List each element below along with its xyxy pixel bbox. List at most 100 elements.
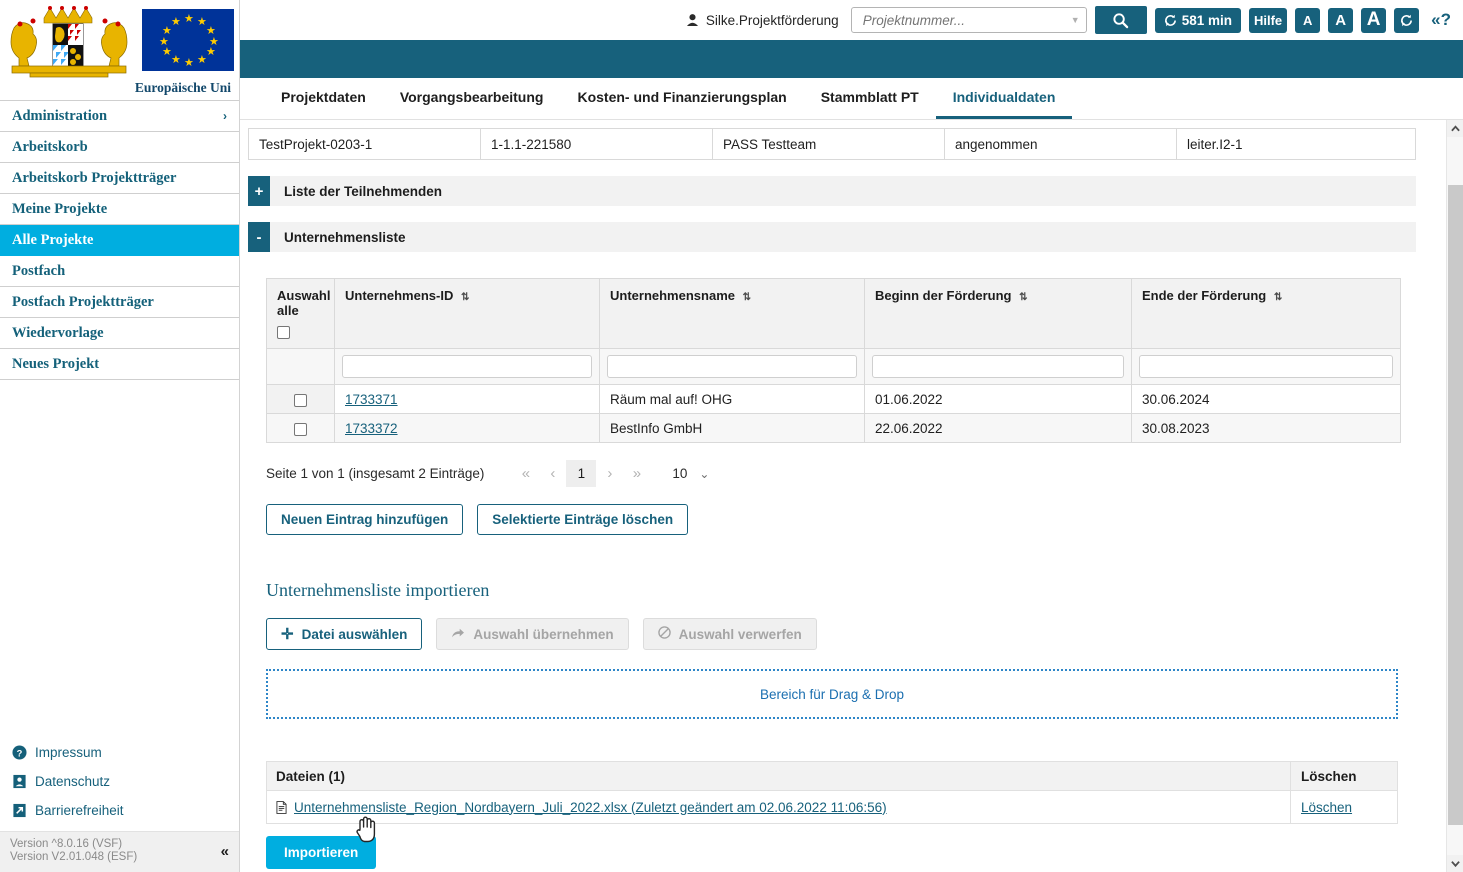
footer-link-barrierefreiheit[interactable]: Barrierefreiheit bbox=[0, 796, 239, 825]
sort-icon[interactable]: ⇅ bbox=[1019, 292, 1027, 303]
uploaded-files-table: Dateien (1) Löschen Unternehmensliste_Re… bbox=[266, 761, 1398, 825]
sidebar-item-label: Meine Projekte bbox=[12, 200, 108, 217]
project-team-cell: PASS Testteam bbox=[712, 128, 945, 160]
add-entry-button[interactable]: Neuen Eintrag hinzufügen bbox=[266, 504, 464, 536]
sort-icon[interactable]: ⇅ bbox=[743, 292, 751, 303]
footer-link-impressum[interactable]: ? Impressum bbox=[0, 738, 239, 767]
refresh-icon bbox=[1164, 14, 1176, 26]
filter-input-ende[interactable] bbox=[1139, 355, 1393, 379]
choose-file-button[interactable]: ✛ Datei auswählen bbox=[266, 618, 423, 651]
filter-input-unternehmensname[interactable] bbox=[607, 355, 857, 379]
sidebar-item-administration[interactable]: Administration › bbox=[0, 101, 239, 132]
import-section-title: Unternehmensliste importieren bbox=[266, 580, 490, 601]
sidebar-nav: Administration › Arbeitskorb Arbeitskorb… bbox=[0, 100, 239, 380]
filter-input-unternehmens-id[interactable] bbox=[342, 355, 592, 379]
import-submit-area: Importieren bbox=[266, 836, 1398, 870]
sidebar-footer-links: ? Impressum Datenschutz Barrierefreiheit bbox=[0, 738, 239, 831]
pagination-info: Seite 1 von 1 (insgesamt 2 Einträge) bbox=[266, 466, 485, 482]
tab-projektdaten[interactable]: Projektdaten bbox=[264, 78, 383, 119]
project-number-cell: 1-1.1-221580 bbox=[480, 128, 713, 160]
file-icon bbox=[276, 800, 287, 814]
files-header-name: Dateien (1) bbox=[276, 768, 346, 784]
session-timer[interactable]: 581 min bbox=[1154, 7, 1241, 33]
font-size-small-button[interactable]: A bbox=[1295, 7, 1321, 33]
company-id-link[interactable]: 1733372 bbox=[345, 421, 398, 436]
delete-selected-button[interactable]: Selektierte Einträge löschen bbox=[477, 504, 689, 536]
footer-link-datenschutz[interactable]: Datenschutz bbox=[0, 767, 239, 796]
filter-input-beginn[interactable] bbox=[872, 355, 1124, 379]
accordion-collapse-toggle[interactable]: - bbox=[248, 222, 270, 252]
row-checkbox[interactable] bbox=[294, 422, 307, 436]
column-header-unternehmens-id[interactable]: Unternehmens-ID ⇅ bbox=[334, 277, 600, 350]
scroll-down-button[interactable] bbox=[1447, 855, 1463, 872]
project-summary-table: TestProjekt-0203-1 1-1.1-221580 PASS Tes… bbox=[248, 128, 1416, 160]
pagination-last-button[interactable]: » bbox=[623, 460, 650, 487]
pagination-page-1[interactable]: 1 bbox=[566, 460, 597, 488]
help-button[interactable]: Hilfe bbox=[1248, 7, 1288, 33]
reload-button[interactable] bbox=[1394, 7, 1420, 33]
sidebar-item-wiedervorlage[interactable]: Wiedervorlage bbox=[0, 318, 239, 349]
page-size-select[interactable]: 10 ⌄ bbox=[672, 466, 709, 481]
font-size-medium-button[interactable]: A bbox=[1328, 7, 1354, 33]
sidebar-item-postfach[interactable]: Postfach bbox=[0, 256, 239, 287]
sidebar-item-postfach-projekttraeger[interactable]: Postfach Projektträger bbox=[0, 287, 239, 318]
sort-icon[interactable]: ⇅ bbox=[1274, 292, 1282, 303]
accordion-liste-der-teilnehmenden[interactable]: + Liste der Teilnehmenden bbox=[248, 176, 1416, 206]
session-timer-label: 581 min bbox=[1181, 12, 1232, 28]
row-checkbox[interactable] bbox=[294, 393, 307, 407]
cell-beginn: 22.06.2022 bbox=[864, 413, 1132, 444]
accordion-expand-toggle[interactable]: + bbox=[248, 176, 270, 206]
no-entry-icon bbox=[657, 626, 671, 642]
search-icon bbox=[1113, 12, 1129, 28]
sidebar-item-arbeitskorb[interactable]: Arbeitskorb bbox=[0, 132, 239, 163]
pagination-next-button[interactable]: › bbox=[596, 460, 623, 487]
files-header-row: Dateien (1) Löschen bbox=[267, 761, 1397, 792]
column-header-unternehmensname[interactable]: Unternehmensname ⇅ bbox=[599, 277, 865, 350]
company-table-body: 1733371 Räum mal auf! OHG 01.06.2022 30.… bbox=[266, 348, 1401, 444]
sidebar-item-meine-projekte[interactable]: Meine Projekte bbox=[0, 194, 239, 225]
search-input[interactable] bbox=[860, 11, 1071, 29]
sidebar-item-arbeitskorb-projekttraeger[interactable]: Arbeitskorb Projektträger bbox=[0, 163, 239, 194]
column-header-ende-der-foerderung[interactable]: Ende der Förderung ⇅ bbox=[1131, 277, 1401, 350]
collapse-sidebar-button[interactable]: « bbox=[221, 844, 229, 859]
search-button[interactable] bbox=[1094, 6, 1147, 34]
drag-and-drop-zone[interactable]: Bereich für Drag & Drop bbox=[266, 669, 1398, 720]
tab-stammblatt-pt[interactable]: Stammblatt PT bbox=[804, 78, 936, 119]
vertical-scrollbar[interactable] bbox=[1446, 120, 1463, 872]
tab-individualdaten[interactable]: Individualdaten bbox=[935, 78, 1073, 119]
scroll-up-button[interactable] bbox=[1447, 120, 1463, 137]
company-id-link[interactable]: 1733371 bbox=[345, 392, 398, 407]
sort-icon[interactable]: ⇅ bbox=[461, 292, 469, 303]
chevron-right-icon: › bbox=[223, 109, 227, 123]
apply-selection-button[interactable]: Auswahl übernehmen bbox=[436, 618, 629, 651]
file-name-link[interactable]: Unternehmensliste_Region_Nordbayern_Juli… bbox=[294, 800, 887, 815]
discard-selection-button[interactable]: Auswahl verwerfen bbox=[642, 618, 817, 651]
context-help-toggle[interactable]: «? bbox=[1427, 10, 1451, 30]
branding-logos: ★ ★ ★ ★ ★ ★ ★ ★ ★ ★ ★ ★ bbox=[0, 0, 239, 86]
pagination-prev-button[interactable]: ‹ bbox=[539, 460, 566, 487]
chevron-down-icon[interactable]: ▼ bbox=[1071, 15, 1080, 25]
tab-kosten-und-finanzierungsplan[interactable]: Kosten- und Finanzierungsplan bbox=[560, 78, 803, 119]
footer-link-label: Impressum bbox=[35, 745, 102, 760]
unternehmensliste-panel: Auswahl alle Unternehmens-ID ⇅ Unternehm… bbox=[248, 252, 1416, 872]
pagination-first-button[interactable]: « bbox=[512, 460, 539, 487]
add-entry-label: Neuen Eintrag hinzufügen bbox=[281, 512, 449, 528]
accordion-unternehmensliste[interactable]: - Unternehmensliste bbox=[248, 222, 1416, 252]
sidebar-item-label: Administration bbox=[12, 107, 108, 124]
tab-vorgangsbearbeitung[interactable]: Vorgangsbearbeitung bbox=[383, 78, 561, 119]
import-button[interactable]: Importieren bbox=[266, 836, 377, 870]
table-row: TestProjekt-0203-1 1-1.1-221580 PASS Tes… bbox=[248, 128, 1416, 160]
font-size-large-button[interactable]: A bbox=[1361, 7, 1387, 33]
company-table-head: Auswahl alle Unternehmens-ID ⇅ Unternehm… bbox=[266, 277, 1401, 350]
delete-file-link[interactable]: Löschen bbox=[1301, 800, 1352, 815]
project-search-combobox[interactable]: ▼ bbox=[850, 7, 1087, 33]
scrollbar-thumb[interactable] bbox=[1448, 185, 1463, 825]
filter-cell-empty bbox=[266, 348, 335, 386]
sidebar-item-alle-projekte[interactable]: Alle Projekte bbox=[0, 225, 239, 256]
row-select-cell bbox=[266, 413, 335, 444]
select-all-checkbox[interactable] bbox=[277, 326, 290, 340]
column-header-beginn-der-foerderung[interactable]: Beginn der Förderung ⇅ bbox=[864, 277, 1132, 350]
column-label: Unternehmens-ID bbox=[345, 288, 454, 303]
cell-ende: 30.08.2023 bbox=[1131, 413, 1401, 444]
sidebar-item-neues-projekt[interactable]: Neues Projekt bbox=[0, 349, 239, 380]
